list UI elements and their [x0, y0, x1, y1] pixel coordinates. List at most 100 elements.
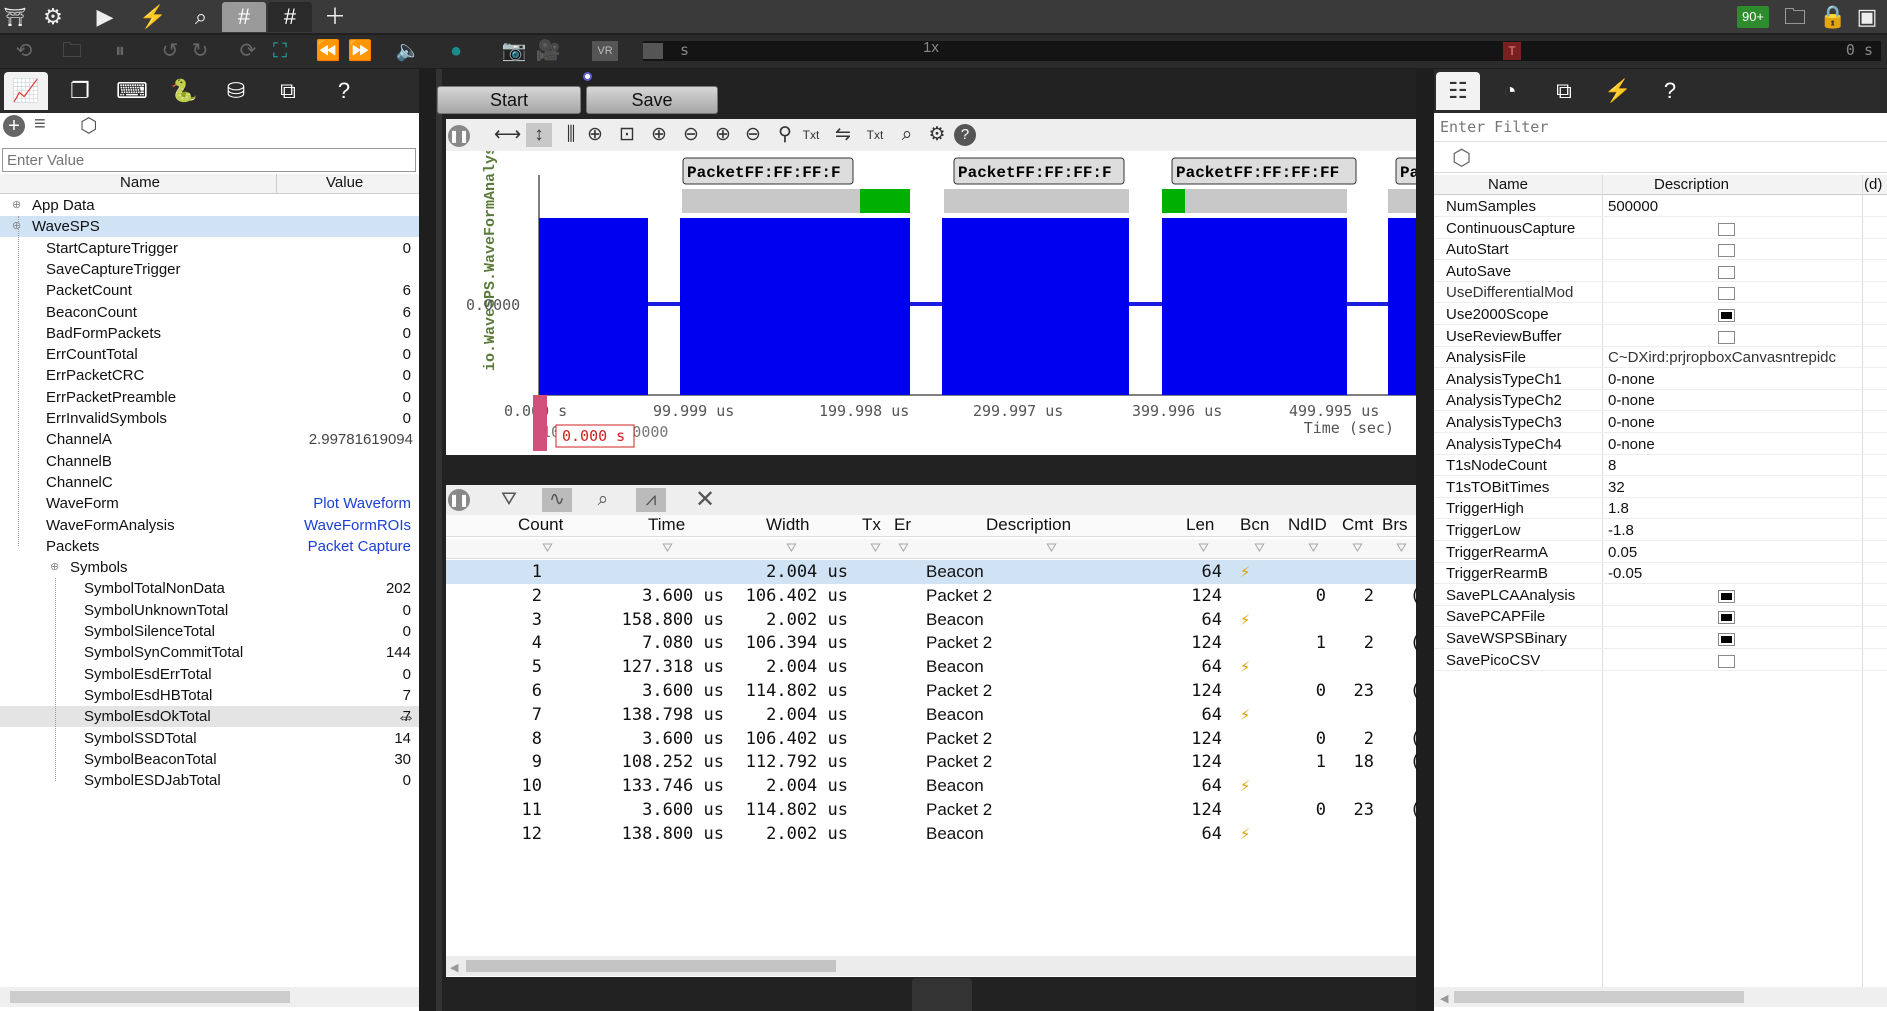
property-value[interactable]: 1.8 [1608, 498, 1848, 519]
waveform-link-icon[interactable]: ∿ [542, 488, 572, 512]
forward-icon[interactable]: ↻ [186, 39, 214, 64]
property-value[interactable]: 8 [1608, 455, 1848, 476]
property-row[interactable]: Use2000Scope [1434, 304, 1887, 325]
help-icon[interactable]: ? [322, 72, 366, 110]
property-row[interactable]: SaveWSPSBinary [1434, 628, 1887, 649]
fit-width-icon[interactable]: ⟷ [494, 123, 521, 147]
pause-icon[interactable]: ❚❚ [448, 489, 470, 511]
lightning-icon[interactable]: ⚡ [138, 3, 168, 31]
tree-row[interactable]: ChannelA 2.99781619094 [0, 429, 419, 450]
packet-row[interactable]: 7 138.798 us 2.004 us Beacon 64 ⚡ [446, 703, 1416, 727]
prev-icon[interactable]: ⏪ [314, 39, 342, 64]
play-icon[interactable]: ▶ [90, 3, 120, 31]
property-row[interactable]: SavePCAPFile [1434, 606, 1887, 628]
lock-icon[interactable]: 🔒 [1818, 3, 1848, 31]
terminal-icon[interactable]: ⌨ [110, 72, 154, 110]
start-button[interactable]: Start [437, 86, 581, 114]
property-row[interactable]: AnalysisTypeCh4 0-none [1434, 434, 1887, 455]
property-value[interactable]: -0.05 [1608, 563, 1848, 584]
property-row[interactable]: UseDifferentialMod [1434, 282, 1887, 304]
timeline-handle[interactable] [643, 43, 663, 59]
value-filter-input[interactable] [2, 148, 416, 172]
packet-col-header[interactable]: Er [894, 515, 911, 535]
property-row[interactable]: TriggerRearmA 0.05 [1434, 542, 1887, 563]
packet-col-header[interactable]: Bcn [1240, 515, 1269, 535]
add-icon[interactable]: + [3, 115, 25, 137]
column-filter-icon[interactable]: ⛛ [1198, 540, 1209, 556]
tree-row[interactable]: BadFormPackets 0 [0, 323, 419, 344]
column-filter-icon[interactable]: ⛛ [1308, 540, 1319, 556]
tree-row[interactable]: PacketCount 6 [0, 280, 419, 301]
left-scrollbar[interactable] [0, 987, 419, 1007]
column-filter-icon[interactable]: ⛛ [870, 540, 881, 556]
folder-icon[interactable]: 🗀 [1780, 3, 1810, 31]
fit-height-icon[interactable]: ↕ [526, 123, 552, 147]
property-row[interactable]: T1sTOBitTimes 32 [1434, 477, 1887, 498]
packet-row[interactable]: 11 3.600 us 114.802 us Packet 2 124 0 23 ( [446, 798, 1421, 822]
windows-icon[interactable]: ❐ [58, 72, 102, 110]
packet-row[interactable]: 1 2.004 us Beacon 64 ⚡ [446, 560, 1416, 584]
cube-icon[interactable]: ⬡ [80, 113, 97, 138]
tree-row[interactable]: StartCaptureTrigger 0 [0, 238, 419, 259]
column-filter-icon[interactable]: ⛛ [542, 540, 553, 556]
add-tab-icon[interactable]: ＋ [320, 3, 350, 31]
property-value[interactable]: C~DXird:prjropboxCanvasntrepidc [1608, 347, 1848, 368]
property-checkbox[interactable] [1718, 287, 1735, 301]
property-row[interactable]: AutoSave [1434, 261, 1887, 282]
tree-row[interactable]: SymbolESDJabTotal 0 [0, 770, 419, 791]
search-icon[interactable]: ⌕ [186, 3, 216, 31]
pause-icon[interactable]: ⏸ [106, 39, 134, 64]
tree-row[interactable]: ⊕ Symbols [0, 557, 419, 578]
col-name-header[interactable]: Name [120, 174, 160, 191]
property-filter-input[interactable]: Enter Filter [1436, 115, 1887, 139]
property-value[interactable]: 0-none [1608, 390, 1848, 411]
rewind-icon[interactable]: ↺ [156, 39, 184, 64]
packet-col-header[interactable]: Len [1186, 515, 1214, 535]
tree-row[interactable]: WaveFormAnalysis WaveFormROIs [0, 515, 419, 536]
tree-row[interactable]: SymbolSynCommitTotal 144 [0, 642, 419, 663]
column-filter-icon[interactable]: ⛛ [1396, 540, 1407, 556]
tree-row[interactable]: Packets Packet Capture [0, 536, 419, 557]
folder-add-icon[interactable]: 🗀 [58, 39, 86, 64]
property-row[interactable]: SavePLCAAnalysis [1434, 585, 1887, 606]
property-checkbox[interactable] [1718, 222, 1735, 236]
property-checkbox[interactable] [1718, 633, 1735, 646]
python-icon[interactable]: 🐍 [162, 72, 206, 110]
packet-scrollbar[interactable]: ◀ [446, 956, 1416, 976]
packet-row[interactable]: 4 7.080 us 106.394 us Packet 2 124 1 2 ( [446, 631, 1421, 655]
property-value[interactable]: 0-none [1608, 369, 1848, 390]
cursor-icon[interactable]: ⫼ [558, 123, 584, 147]
packet-col-header[interactable]: Brs [1382, 515, 1408, 535]
next-icon[interactable]: ⏩ [346, 39, 374, 64]
vr-icon[interactable]: VR [592, 41, 618, 61]
property-row[interactable]: TriggerRearmB -0.05 [1434, 563, 1887, 585]
marker-icon[interactable]: ⚲ [772, 123, 798, 147]
col-value-header[interactable]: Value [326, 174, 363, 191]
gauge-icon[interactable]: ◔ [1488, 72, 1532, 110]
packet-row[interactable]: 12 138.800 us 2.002 us Beacon 64 ⚡ [446, 822, 1416, 846]
tree-row[interactable]: BeaconCount 6 [0, 302, 419, 323]
property-value[interactable]: 0-none [1608, 434, 1848, 455]
zoom-box-icon[interactable]: ⊡ [614, 123, 640, 147]
property-row[interactable]: TriggerLow -1.8 [1434, 520, 1887, 541]
timeline-bar[interactable]: s 1x T 0 s [643, 39, 1881, 61]
tree-row[interactable]: ErrPacketCRC 0 [0, 365, 419, 386]
waveform-canvas[interactable]: PacketFF:FF:FF:F PacketFF:FF:FF:F PacketFF… [446, 151, 1416, 455]
trigger-icon[interactable]: ⩘ [636, 488, 666, 512]
tree-row-value[interactable]: Plot Waveform [313, 493, 411, 514]
property-value[interactable]: 32 [1608, 477, 1848, 498]
tree-row[interactable]: SymbolEsdHBTotal 7 [0, 685, 419, 706]
tree-row-value[interactable]: Packet Capture [308, 536, 411, 557]
splitter-handle[interactable] [583, 72, 592, 81]
tab-2[interactable]: # [268, 2, 312, 32]
property-checkbox[interactable] [1718, 654, 1735, 668]
property-row[interactable]: AutoStart [1434, 239, 1887, 261]
tree-row[interactable]: SymbolUnknownTotal 0 [0, 600, 419, 621]
packet-col-header[interactable]: Cmt [1342, 515, 1373, 535]
property-checkbox[interactable] [1718, 309, 1735, 322]
packet-col-header[interactable]: NdID [1288, 515, 1327, 535]
property-row[interactable]: AnalysisTypeCh2 0-none [1434, 390, 1887, 412]
database-icon[interactable]: ⛁ [214, 72, 258, 110]
tree-row-value[interactable]: WaveFormROIs [304, 515, 411, 536]
text-label-icon[interactable]: Txt [798, 123, 824, 147]
